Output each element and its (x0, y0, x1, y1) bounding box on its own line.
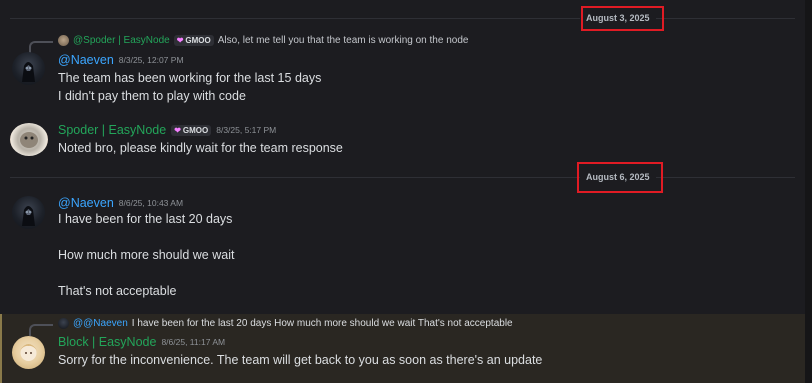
timestamp: 8/6/25, 11:17 AM (161, 337, 226, 347)
avatar[interactable] (12, 52, 45, 85)
message-text: That's not acceptable (58, 284, 177, 298)
guild-tag-label: GMOO (182, 125, 209, 135)
reply-author[interactable]: @Spoder | EasyNode (73, 35, 170, 46)
avatar[interactable] (10, 123, 48, 156)
message-text: Sorry for the inconvenience. The team wi… (58, 353, 543, 367)
username[interactable]: Block | EasyNode (58, 335, 156, 349)
date-divider (10, 177, 795, 178)
username[interactable]: @Naeven (58, 196, 114, 210)
username[interactable]: @Naeven (58, 53, 114, 67)
message-text: Noted bro, please kindly wait for the te… (58, 141, 343, 155)
message-text: I didn't pay them to play with code (58, 89, 246, 103)
user-avatar-icon (22, 62, 35, 82)
date-divider (10, 18, 795, 19)
reply-preview[interactable]: @Spoder | EasyNode ❤ GMOO Also, let me te… (58, 35, 468, 46)
chat-area: August 3, 2025 @Spoder | EasyNode ❤ GMOO … (0, 0, 805, 383)
guild-tag[interactable]: ❤ GMOO (171, 124, 212, 136)
reply-text: I have been for the last 20 days How muc… (131, 318, 513, 329)
reply-connector (29, 324, 53, 336)
highlight-box (577, 162, 663, 193)
avatar[interactable] (12, 336, 45, 369)
timestamp: 8/3/25, 5:17 PM (216, 125, 277, 135)
guild-tag-label: GMOO (185, 36, 211, 45)
avatar (58, 318, 69, 329)
user-avatar-icon (20, 344, 37, 361)
avatar (58, 35, 69, 46)
guild-tag[interactable]: ❤ GMOO (173, 35, 214, 46)
timestamp: 8/3/25, 12:07 PM (118, 55, 184, 65)
reply-author[interactable]: @@Naeven (73, 318, 128, 329)
message-text: How much more should we wait (58, 248, 235, 262)
timestamp: 8/6/25, 10:43 AM (118, 198, 184, 208)
user-avatar-icon (22, 206, 35, 226)
message-text: The team has been working for the last 1… (58, 71, 322, 85)
avatar[interactable] (12, 196, 45, 229)
heart-icon: ❤ (176, 36, 184, 45)
mention-highlight-bar (0, 314, 2, 383)
highlight-box (581, 6, 664, 31)
reply-text: Also, let me tell you that the team is w… (217, 35, 469, 46)
user-avatar-icon (20, 132, 38, 148)
heart-icon: ❤ (174, 125, 181, 135)
username[interactable]: Spoder | EasyNode (58, 123, 166, 137)
scrollbar[interactable] (805, 0, 812, 383)
reply-preview[interactable]: @@Naeven I have been for the last 20 day… (58, 318, 513, 329)
message-text: I have been for the last 20 days (58, 212, 233, 226)
